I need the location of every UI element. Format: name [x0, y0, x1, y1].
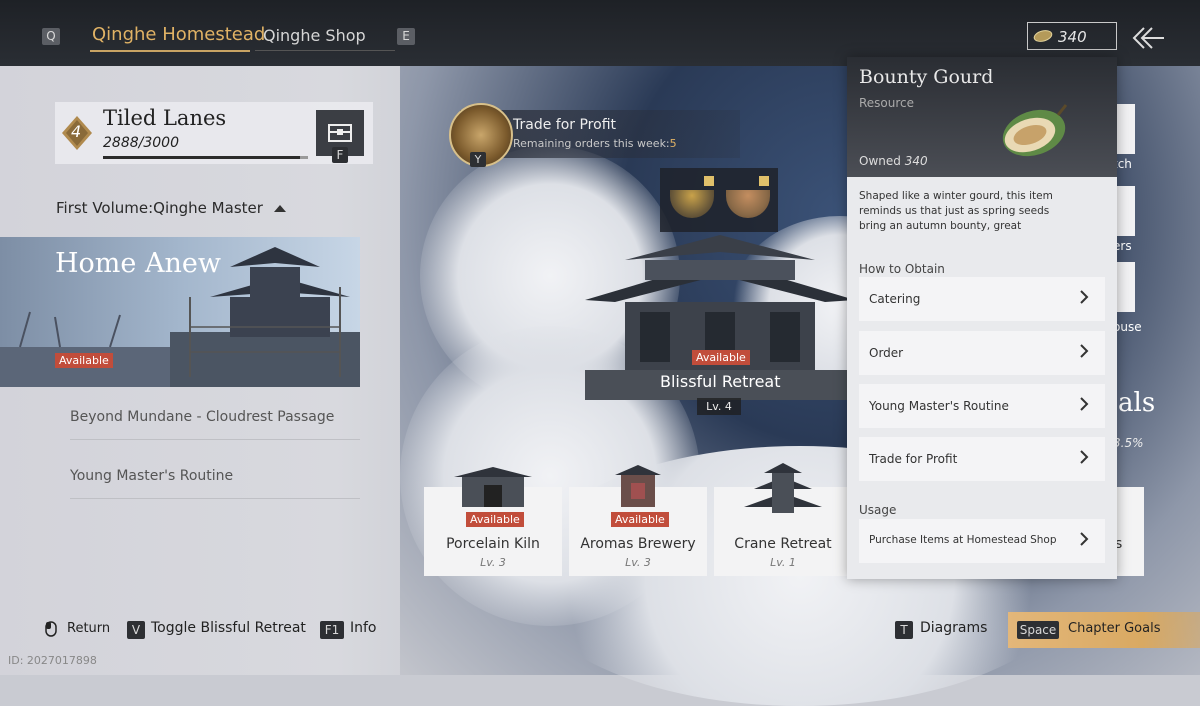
- available-badge: Available: [466, 512, 524, 527]
- building-level: Lv. 3: [480, 556, 506, 569]
- aromas-brewery-icon: [615, 465, 661, 507]
- volume-selector[interactable]: First Volume:Qinghe Master: [56, 199, 286, 217]
- active-tab-underline: [90, 50, 250, 52]
- ingredient-marker-icon: [759, 176, 769, 186]
- tab-divider: [255, 50, 395, 51]
- obtain-trade-for-profit[interactable]: Trade for Profit: [859, 437, 1105, 481]
- usage-purchase-items[interactable]: Purchase Items at Homestead Shop: [859, 519, 1105, 563]
- return-hint[interactable]: Return: [67, 621, 110, 636]
- diagrams-hint[interactable]: Diagrams: [920, 620, 987, 636]
- chapter-goals-button[interactable]: Space Chapter Goals: [1008, 612, 1200, 648]
- retreat-available-badge: Available: [692, 350, 750, 365]
- chevron-right-icon: [1080, 450, 1089, 464]
- retreat-level: Lv. 4: [697, 398, 741, 415]
- chapter-title: Home Anew: [55, 248, 221, 279]
- building-name: Aromas Brewery: [580, 536, 696, 552]
- chapter-item-beyond-mundane[interactable]: Beyond Mundane - Cloudrest Passage: [70, 409, 360, 440]
- currency-value: 340: [1058, 28, 1087, 46]
- area-name: Tiled Lanes: [103, 106, 227, 130]
- side-label-house: ouse: [1113, 320, 1142, 334]
- how-to-obtain-heading: How to Obtain: [859, 262, 945, 276]
- obtain-young-masters-routine[interactable]: Young Master's Routine: [859, 384, 1105, 428]
- obtain-label: Catering: [869, 292, 921, 306]
- building-card-crane-retreat[interactable]: Crane Retreat Lv. 1: [714, 463, 852, 576]
- chevron-right-icon: [1080, 397, 1089, 411]
- area-progress-fill: [103, 156, 301, 159]
- building-name: Porcelain Kiln: [446, 536, 540, 552]
- trade-title: Trade for Profit: [513, 117, 616, 133]
- gourd-seed-icon: [1033, 30, 1053, 42]
- key-hint-e: E: [397, 28, 415, 45]
- building-name: Crane Retreat: [734, 536, 832, 552]
- chapter-item-young-masters-routine[interactable]: Young Master's Routine: [70, 468, 360, 499]
- area-level: 4: [71, 122, 82, 141]
- back-arrow-icon[interactable]: [1130, 26, 1166, 50]
- available-badge: Available: [55, 353, 113, 368]
- crane-retreat-pagoda-icon: [744, 463, 822, 513]
- obtain-label: Order: [869, 346, 904, 360]
- key-hint-f1: F1: [320, 621, 344, 639]
- available-badge: Available: [611, 512, 669, 527]
- obtain-order[interactable]: Order: [859, 331, 1105, 375]
- key-hint-v: V: [127, 621, 145, 639]
- user-id: ID: 2027017898: [8, 654, 97, 667]
- key-hint-t: T: [895, 621, 913, 639]
- chest-icon: [328, 124, 352, 142]
- obtain-catering[interactable]: Catering: [859, 277, 1105, 321]
- obtain-label: Young Master's Routine: [869, 399, 1009, 413]
- trade-remaining: Remaining orders this week:5: [513, 137, 677, 150]
- ingredient-marker-icon: [704, 176, 714, 186]
- building-card-partial[interactable]: s: [1115, 487, 1144, 576]
- area-progress-text: 2888/3000: [103, 135, 179, 151]
- key-hint-space: Space: [1017, 621, 1059, 639]
- building-card-porcelain-kiln[interactable]: Available Porcelain Kiln Lv. 3: [424, 467, 562, 576]
- key-hint-y: Y: [470, 152, 486, 167]
- retreat-name: Blissful Retreat: [660, 372, 781, 391]
- info-hint[interactable]: Info: [350, 620, 377, 636]
- bare-trees-image: [0, 311, 170, 387]
- building-card-aromas-brewery[interactable]: Available Aromas Brewery Lv. 3: [569, 465, 707, 576]
- obtain-label: Trade for Profit: [869, 452, 958, 466]
- building-level: Lv. 1: [770, 556, 796, 569]
- bounty-gourd-icon: [1002, 104, 1068, 157]
- porcelain-kiln-icon: [454, 467, 532, 507]
- chapter-goals-heading-partial: als: [1118, 388, 1156, 418]
- building-name-partial: s: [1115, 536, 1123, 552]
- building-level: Lv. 3: [625, 556, 651, 569]
- key-hint-q: Q: [42, 28, 60, 45]
- item-owned: Owned 340: [859, 154, 928, 168]
- usage-label: Purchase Items at Homestead Shop: [869, 534, 1057, 546]
- currency-display: 340: [1027, 22, 1117, 50]
- item-description: Shaped like a winter gourd, this item re…: [859, 190, 1053, 232]
- chevron-right-icon: [1080, 532, 1089, 546]
- chapter-goals-percent-partial: 3.5%: [1113, 436, 1144, 450]
- usage-heading: Usage: [859, 503, 897, 517]
- item-type: Resource: [859, 96, 915, 110]
- mouse-icon: [45, 621, 57, 637]
- chapter-goals-label: Chapter Goals: [1068, 621, 1161, 636]
- tab-qinghe-homestead[interactable]: Qinghe Homestead: [92, 24, 265, 45]
- chevron-right-icon: [1080, 290, 1089, 304]
- volume-label: First Volume:Qinghe Master: [56, 199, 263, 217]
- toggle-retreat-hint[interactable]: Toggle Blissful Retreat: [151, 620, 306, 636]
- caret-up-icon: [273, 205, 286, 212]
- chevron-right-icon: [1080, 344, 1089, 358]
- key-hint-f: F: [332, 147, 348, 163]
- item-name: Bounty Gourd: [859, 66, 994, 88]
- tab-qinghe-shop[interactable]: Qinghe Shop: [263, 26, 366, 45]
